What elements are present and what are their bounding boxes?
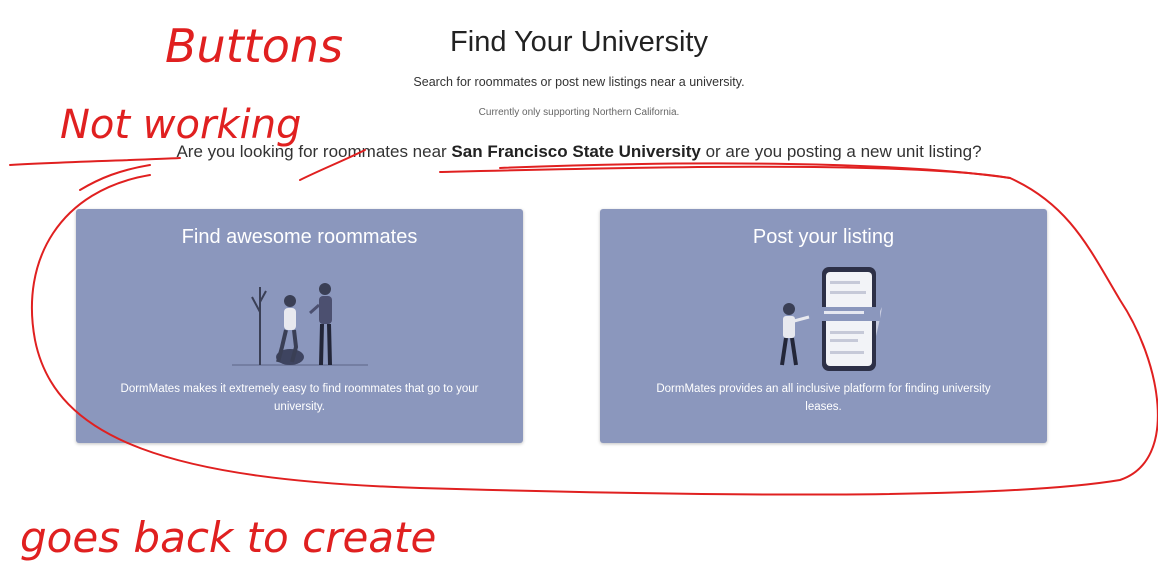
region-note: Currently only supporting Northern Calif… — [478, 107, 680, 118]
university-name: San Francisco State University — [451, 142, 701, 161]
post-listing-card[interactable]: Post your listing DormMates provides an … — [600, 209, 1047, 443]
roommates-illustration — [231, 283, 368, 366]
find-roommates-card[interactable]: Find awesome roommates DormMates makes i… — [76, 209, 523, 443]
annotation-goes-back: goes back to create — [20, 513, 436, 562]
question-prefix: Are you looking for roommates near — [176, 142, 452, 161]
post-listing-description: DormMates provides an all inclusive plat… — [656, 383, 991, 413]
find-roommates-description: DormMates makes it extremely easy to fin… — [120, 383, 479, 413]
page: Find Your University Search for roommate… — [0, 0, 1158, 564]
post-listing-title: Post your listing — [752, 226, 895, 248]
question-suffix: or are you posting a new unit listing? — [700, 142, 982, 161]
page-subtitle: Search for roommates or post new listing… — [413, 75, 745, 89]
phone-listing-illustration — [779, 267, 882, 371]
page-title: Find Your University — [450, 26, 708, 58]
question-text: Are you looking for roommates near San F… — [0, 142, 1158, 162]
find-roommates-title: Find awesome roommates — [181, 226, 418, 248]
